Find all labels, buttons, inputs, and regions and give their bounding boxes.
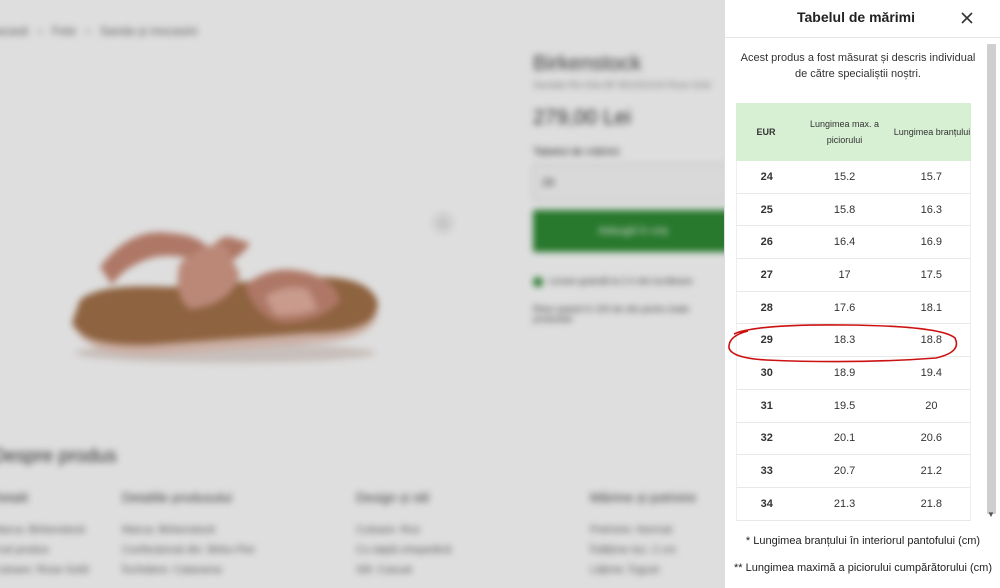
cell-eur: 24: [760, 170, 773, 183]
cell-eur: 29: [760, 334, 773, 347]
panel-scrollbar[interactable]: ▼: [985, 40, 999, 524]
cell-foot-length: 18.3: [833, 334, 856, 347]
table-row: 27 17 17.5: [736, 259, 971, 292]
close-button[interactable]: [957, 8, 977, 28]
cell-eur: 28: [760, 301, 773, 314]
panel-divider: [725, 37, 1000, 38]
cell-eur: 26: [760, 236, 773, 249]
cell-foot-length: 19.5: [833, 399, 856, 412]
cell-insole-length: 18.8: [920, 334, 943, 347]
cell-insole-length: 21.2: [920, 465, 943, 478]
panel-title: Tabelul de mărimi: [797, 9, 915, 25]
panel-intro: Acest produs a fost măsurat și descris i…: [740, 52, 976, 80]
cell-foot-length: 17: [838, 268, 851, 281]
footnote-insole: * Lungimea branțului în interiorul panto…: [745, 535, 981, 547]
cell-eur: 32: [760, 432, 773, 445]
table-row: 24 15.2 15.7: [736, 161, 971, 194]
table-row: 29 18.3 18.8: [736, 324, 971, 358]
scrollbar-thumb[interactable]: [987, 44, 996, 514]
cell-insole-length: 18.1: [920, 301, 943, 314]
cell-foot-length: 17.6: [833, 301, 856, 314]
cell-insole-length: 21.8: [920, 497, 943, 510]
cell-insole-length: 20.6: [920, 432, 943, 445]
table-row: 33 20.7 21.2: [736, 455, 971, 488]
cell-insole-length: 16.9: [920, 236, 943, 249]
table-row: 31 19.5 20: [736, 389, 971, 423]
header-foot-length: Lungimea max. a piciorului: [809, 119, 880, 145]
table-row: 32 20.1 20.6: [736, 422, 971, 456]
cell-foot-length: 20.7: [833, 465, 856, 478]
cell-foot-length: 20.1: [833, 432, 856, 445]
table-row: 28 17.6 18.1: [736, 291, 971, 325]
size-table-body: 24 15.2 15.7 25 15.8 16.3 26 16.4 16.9 27 17 17.5 28…: [736, 161, 971, 521]
cell-eur: 27: [760, 268, 773, 281]
table-row: 34 21.3 21.8: [736, 487, 971, 521]
cell-foot-length: 18.9: [833, 366, 856, 379]
cell-insole-length: 17.5: [920, 268, 943, 281]
cell-foot-length: 21.3: [833, 497, 856, 510]
scroll-down-icon[interactable]: ▼: [987, 510, 995, 519]
table-row: 30 18.9 19.4: [736, 357, 971, 390]
cell-eur: 30: [760, 366, 773, 379]
table-row: 26 16.4 16.9: [736, 226, 971, 260]
cell-insole-length: 16.3: [920, 203, 943, 216]
cell-foot-length: 15.2: [833, 170, 856, 183]
header-insole-length: Lungimea branțului: [893, 127, 971, 137]
cell-eur: 25: [760, 203, 773, 216]
cell-eur: 34: [760, 497, 773, 510]
cell-insole-length: 15.7: [920, 170, 943, 183]
size-table: EUR Lungimea max. a piciorului Lungimea …: [736, 103, 971, 521]
size-chart-panel: Tabelul de mărimi Acest produs a fost mă…: [724, 0, 1000, 588]
table-row: 25 15.8 16.3: [736, 193, 971, 227]
footnote-foot: ** Lungimea maximă a piciorului cumpărăt…: [734, 562, 992, 574]
header-eur: EUR: [756, 127, 776, 137]
cell-eur: 33: [760, 465, 773, 478]
cell-insole-length: 19.4: [920, 366, 943, 379]
cell-foot-length: 16.4: [833, 236, 856, 249]
cell-insole-length: 20: [925, 399, 938, 412]
close-icon: [961, 12, 973, 24]
size-table-header: EUR Lungimea max. a piciorului Lungimea …: [736, 103, 971, 161]
cell-eur: 31: [760, 399, 773, 412]
cell-foot-length: 15.8: [833, 203, 856, 216]
